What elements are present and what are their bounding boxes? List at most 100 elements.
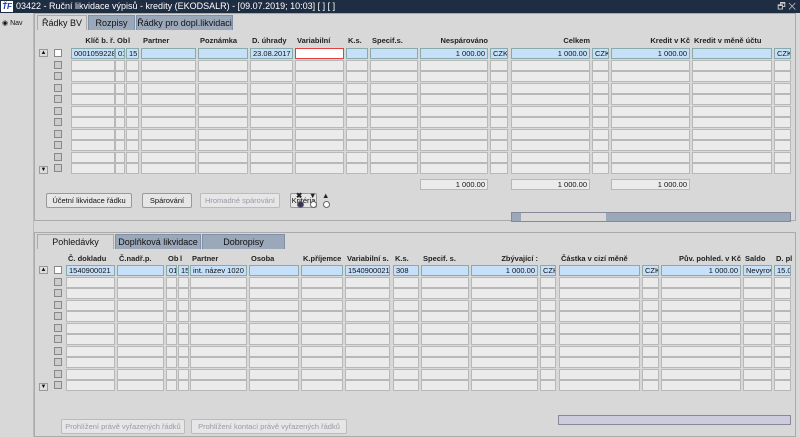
column-header[interactable]: Poznámka xyxy=(200,36,237,45)
empty-cell[interactable] xyxy=(490,105,508,117)
empty-cell[interactable] xyxy=(249,288,299,299)
row-cell[interactable]: 1540900021 xyxy=(345,265,390,276)
empty-cell[interactable] xyxy=(345,288,390,299)
column-header[interactable]: Klíč b. ř. xyxy=(71,36,115,45)
empty-cell[interactable] xyxy=(345,380,390,391)
empty-cell[interactable] xyxy=(250,163,293,174)
empty-cell[interactable] xyxy=(642,288,659,299)
empty-cell[interactable] xyxy=(743,311,772,322)
empty-cell[interactable] xyxy=(420,94,488,105)
empty-cell[interactable] xyxy=(421,357,469,368)
empty-cell[interactable] xyxy=(295,82,344,94)
empty-cell[interactable] xyxy=(661,368,741,380)
empty-cell[interactable] xyxy=(471,357,538,368)
empty-cell[interactable] xyxy=(511,140,590,151)
sort-asc-radio[interactable] xyxy=(323,201,330,208)
column-header[interactable]: Celkem xyxy=(511,36,590,45)
empty-cell[interactable] xyxy=(611,117,690,128)
empty-cell[interactable] xyxy=(117,311,164,322)
empty-cell[interactable] xyxy=(141,94,196,105)
empty-cell[interactable] xyxy=(420,128,488,140)
empty-cell[interactable] xyxy=(661,334,741,345)
empty-cell[interactable] xyxy=(345,334,390,345)
empty-cell[interactable] xyxy=(592,82,609,94)
empty-cell[interactable] xyxy=(126,71,139,82)
empty-cell[interactable] xyxy=(126,105,139,117)
empty-cell[interactable] xyxy=(126,82,139,94)
empty-cell[interactable] xyxy=(490,71,508,82)
empty-cell[interactable] xyxy=(126,163,139,174)
empty-cell[interactable] xyxy=(421,380,469,391)
empty-cell[interactable] xyxy=(421,334,469,345)
row-cell[interactable] xyxy=(141,48,196,59)
empty-cell[interactable] xyxy=(301,380,343,391)
row-cell[interactable]: 01 xyxy=(115,48,125,59)
column-header[interactable]: Pův. pohled. v Kč xyxy=(661,254,741,263)
empty-cell[interactable] xyxy=(117,322,164,334)
empty-cell[interactable] xyxy=(345,311,390,322)
empty-cell[interactable] xyxy=(774,105,791,117)
empty-cell[interactable] xyxy=(346,82,368,94)
row-checkbox[interactable] xyxy=(54,49,62,57)
empty-cell[interactable] xyxy=(592,128,609,140)
empty-cell[interactable] xyxy=(71,59,115,71)
empty-cell[interactable] xyxy=(559,345,640,357)
empty-cell[interactable] xyxy=(71,151,115,163)
empty-cell[interactable] xyxy=(370,105,418,117)
empty-cell[interactable] xyxy=(611,94,690,105)
empty-cell[interactable] xyxy=(692,105,772,117)
empty-cell[interactable] xyxy=(295,151,344,163)
empty-cell[interactable] xyxy=(490,128,508,140)
empty-cell[interactable] xyxy=(301,357,343,368)
tab-radky-bv[interactable]: Řádky BV xyxy=(37,15,87,30)
empty-cell[interactable] xyxy=(661,276,741,288)
empty-cell[interactable] xyxy=(126,140,139,151)
empty-cell[interactable] xyxy=(66,322,115,334)
empty-cell[interactable] xyxy=(611,59,690,71)
column-header[interactable]: Částka v cizí měně xyxy=(561,254,628,263)
empty-cell[interactable] xyxy=(71,94,115,105)
empty-cell[interactable] xyxy=(198,59,248,71)
empty-cell[interactable] xyxy=(346,151,368,163)
empty-cell[interactable] xyxy=(190,380,247,391)
empty-cell[interactable] xyxy=(126,117,139,128)
empty-cell[interactable] xyxy=(166,345,177,357)
empty-cell[interactable] xyxy=(117,276,164,288)
empty-cell[interactable] xyxy=(511,151,590,163)
empty-cell[interactable] xyxy=(370,140,418,151)
empty-cell[interactable] xyxy=(511,59,590,71)
empty-cell[interactable] xyxy=(370,128,418,140)
empty-cell[interactable] xyxy=(126,94,139,105)
column-header[interactable]: Variabilní s. xyxy=(347,254,389,263)
empty-cell[interactable] xyxy=(141,117,196,128)
empty-cell[interactable] xyxy=(198,151,248,163)
row-cell[interactable] xyxy=(249,265,299,276)
empty-cell[interactable] xyxy=(661,322,741,334)
empty-cell[interactable] xyxy=(661,380,741,391)
window-controls[interactable]: 🗗 ✕ xyxy=(777,0,796,13)
empty-cell[interactable] xyxy=(692,163,772,174)
empty-cell[interactable] xyxy=(346,59,368,71)
empty-cell[interactable] xyxy=(420,163,488,174)
empty-cell[interactable] xyxy=(71,128,115,140)
empty-cell[interactable] xyxy=(178,299,189,311)
empty-cell[interactable] xyxy=(117,345,164,357)
empty-cell[interactable] xyxy=(511,82,590,94)
empty-cell[interactable] xyxy=(141,128,196,140)
tab-dobropisy[interactable]: Dobropisy xyxy=(202,234,285,249)
row-cell[interactable]: 0001059228 xyxy=(71,48,115,59)
empty-cell[interactable] xyxy=(611,151,690,163)
empty-cell[interactable] xyxy=(178,380,189,391)
empty-cell[interactable] xyxy=(592,94,609,105)
empty-cell[interactable] xyxy=(611,140,690,151)
empty-cell[interactable] xyxy=(115,71,125,82)
empty-cell[interactable] xyxy=(592,117,609,128)
empty-cell[interactable] xyxy=(166,368,177,380)
empty-cell[interactable] xyxy=(420,140,488,151)
empty-cell[interactable] xyxy=(393,357,419,368)
empty-cell[interactable] xyxy=(166,334,177,345)
empty-cell[interactable] xyxy=(126,128,139,140)
empty-cell[interactable] xyxy=(166,322,177,334)
empty-cell[interactable] xyxy=(743,334,772,345)
empty-cell[interactable] xyxy=(490,163,508,174)
